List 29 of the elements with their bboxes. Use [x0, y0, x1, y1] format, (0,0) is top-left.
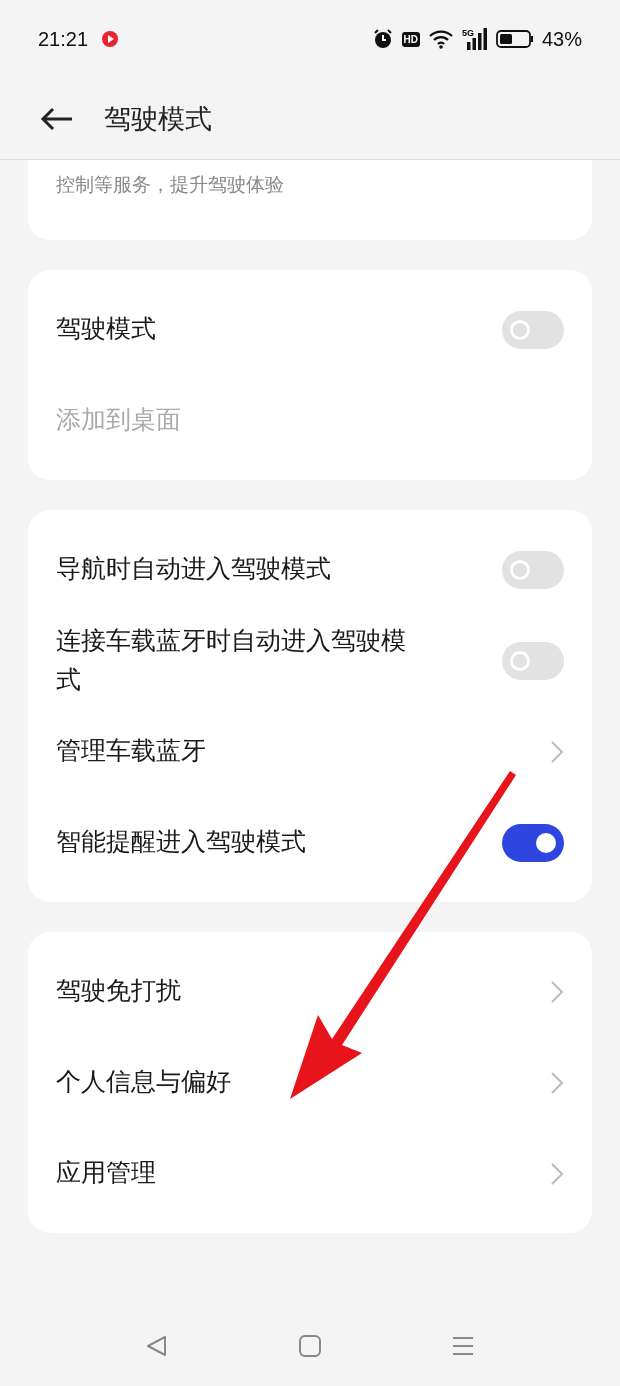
setting-label[interactable]: 智能提醒进入驾驶模式	[56, 823, 306, 862]
battery-percent: 43%	[541, 27, 582, 51]
page-title: 驾驶模式	[104, 101, 212, 136]
network-label: 5G	[461, 28, 474, 38]
setting-label[interactable]: 管理车载蓝牙	[56, 732, 206, 771]
setting-label[interactable]: 导航时自动进入驾驶模式	[56, 550, 331, 589]
wifi-icon	[427, 29, 454, 49]
hd-badge: HD	[401, 31, 420, 47]
toggle-switch[interactable]	[502, 550, 564, 589]
setting-label[interactable]: 驾驶模式	[56, 310, 156, 349]
back-arrow-icon[interactable]	[40, 106, 74, 131]
menu-icon[interactable]	[451, 1334, 476, 1358]
back-icon[interactable]	[144, 1334, 169, 1358]
setting-label[interactable]: 个人信息与偏好	[56, 1063, 231, 1102]
home-icon[interactable]	[298, 1334, 322, 1358]
app-notification-icon	[100, 29, 121, 49]
chevron-right-icon	[550, 739, 564, 764]
battery-icon	[495, 29, 534, 49]
toggle-switch[interactable]	[502, 310, 564, 349]
chevron-right-icon	[550, 979, 564, 1004]
setting-label[interactable]: 应用管理	[56, 1154, 156, 1193]
setting-label[interactable]: 连接车载蓝牙时自动进入驾驶模式	[56, 621, 426, 700]
toggle-switch[interactable]	[502, 641, 564, 680]
setting-label[interactable]: 驾驶免打扰	[56, 972, 181, 1011]
chevron-right-icon	[550, 1070, 564, 1095]
intro-description: 控制等服务，提升驾驶体验	[56, 173, 284, 195]
clock-time: 21:21	[38, 27, 89, 51]
toggle-switch[interactable]	[502, 823, 564, 862]
chevron-right-icon	[550, 1161, 564, 1186]
